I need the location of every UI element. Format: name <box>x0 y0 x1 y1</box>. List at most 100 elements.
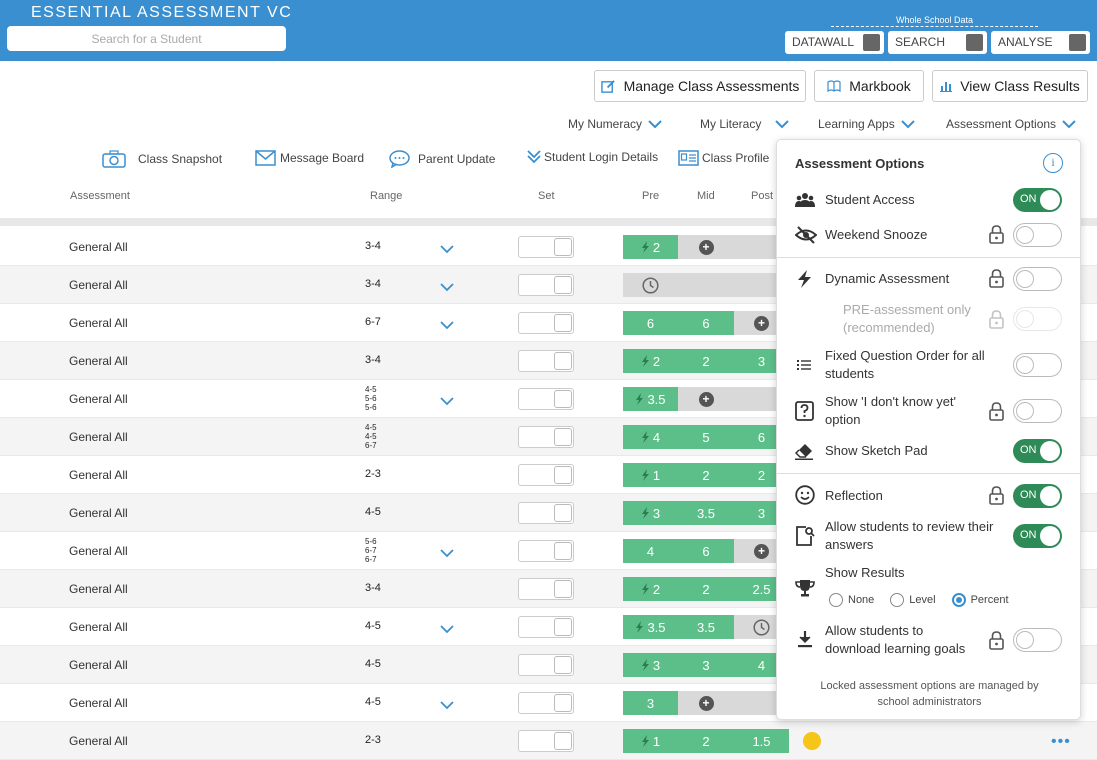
chevron-down-icon <box>648 120 662 128</box>
radio-circle-selected[interactable] <box>951 593 966 607</box>
add-icon[interactable]: + <box>754 315 769 331</box>
assessment-range: 4-5 5-6 5-6 <box>365 385 377 412</box>
set-toggle[interactable] <box>518 578 574 600</box>
expand-chevron-icon[interactable] <box>440 621 454 639</box>
users-icon <box>795 193 815 207</box>
student-access-toggle[interactable]: ON <box>1013 188 1062 212</box>
datawall-button[interactable]: DATAWALL <box>785 31 884 54</box>
assessment-range: 2-3 <box>365 734 381 746</box>
result-pre: 2 <box>623 235 678 259</box>
bolt-icon <box>641 659 649 671</box>
sketch-pad-toggle[interactable]: ON <box>1013 439 1062 463</box>
assessment-range: 3-4 <box>365 240 381 252</box>
status-dot <box>803 732 821 750</box>
col-pre: Pre <box>642 190 660 202</box>
toggle-knob <box>554 390 572 408</box>
radio-percent[interactable]: Percent <box>951 593 1009 607</box>
expand-chevron-icon[interactable] <box>440 545 454 563</box>
question-box-icon <box>795 401 814 421</box>
add-icon[interactable]: + <box>698 239 714 255</box>
expand-chevron-icon[interactable] <box>440 393 454 411</box>
expand-chevron-icon[interactable] <box>440 279 454 297</box>
manage-class-assessments-button[interactable]: Manage Class Assessments <box>594 70 806 102</box>
add-icon[interactable]: + <box>754 543 769 559</box>
idk-toggle[interactable] <box>1013 399 1062 423</box>
set-toggle[interactable] <box>518 274 574 296</box>
result-pre: 1 <box>623 463 678 487</box>
set-toggle[interactable] <box>518 350 574 372</box>
radio-circle[interactable] <box>890 593 905 607</box>
lock-icon <box>989 631 1004 650</box>
result-pre: 2 <box>623 349 678 373</box>
divider <box>777 473 1082 474</box>
search-button[interactable]: SEARCH <box>888 31 987 54</box>
set-toggle[interactable] <box>518 502 574 524</box>
set-toggle[interactable] <box>518 654 574 676</box>
panel-title: Assessment Options <box>795 156 925 171</box>
menu-learning-apps[interactable]: Learning Apps <box>818 117 915 131</box>
analyse-button[interactable]: ANALYSE <box>991 31 1090 54</box>
info-icon[interactable]: i <box>1043 153 1063 173</box>
add-icon[interactable]: + <box>698 695 714 711</box>
view-class-results-button[interactable]: View Class Results <box>932 70 1088 102</box>
dynamic-assessment-toggle[interactable] <box>1013 267 1062 291</box>
result-mid[interactable]: + <box>678 387 734 411</box>
set-toggle[interactable] <box>518 540 574 562</box>
radio-level[interactable]: Level <box>890 593 936 607</box>
envelope-icon <box>255 150 276 166</box>
fixed-order-toggle[interactable] <box>1013 353 1062 377</box>
set-toggle[interactable] <box>518 730 574 752</box>
col-set: Set <box>538 190 555 202</box>
bolt-icon <box>641 583 649 595</box>
download-toggle[interactable] <box>1013 628 1062 652</box>
result-pre: 3.5 <box>623 615 678 639</box>
toggle-knob <box>554 580 572 598</box>
set-toggle[interactable] <box>518 616 574 638</box>
set-toggle[interactable] <box>518 426 574 448</box>
col-post: Post <box>751 190 774 202</box>
toggle-knob <box>554 238 572 256</box>
student-search-input[interactable] <box>7 26 286 51</box>
top-bar: ESSENTIAL ASSESSMENT VC Whole School Dat… <box>0 0 1097 61</box>
class-snapshot-link[interactable]: Class Snapshot <box>102 150 222 168</box>
assessment-options-panel: Assessment Options i Student Access ON W… <box>776 139 1082 720</box>
reflection-toggle[interactable]: ON <box>1013 484 1062 508</box>
show-results-radio-group: None Level Percent <box>829 593 1025 607</box>
menu-my-numeracy[interactable]: My Numeracy <box>568 117 662 131</box>
expand-chevron-icon[interactable] <box>440 241 454 259</box>
result-mid[interactable]: + <box>678 691 734 715</box>
more-options-icon[interactable]: ••• <box>1051 733 1071 751</box>
weekend-snooze-toggle[interactable] <box>1013 223 1062 247</box>
table-row: General All 2-3 1 2 1.5 ••• <box>0 722 1097 760</box>
expand-chevron-icon[interactable] <box>440 317 454 335</box>
radio-none[interactable]: None <box>829 593 874 607</box>
lock-icon <box>989 310 1004 329</box>
radio-circle[interactable] <box>829 593 843 607</box>
book-icon <box>827 80 841 92</box>
set-toggle[interactable] <box>518 464 574 486</box>
idk-label: Show 'I don't know yet' option <box>825 394 957 427</box>
result-mid[interactable]: + <box>678 235 734 259</box>
add-icon[interactable]: + <box>698 391 714 407</box>
menu-my-literacy[interactable]: My Literacy <box>700 117 790 131</box>
review-label: Allow students to review their answers <box>825 519 994 552</box>
message-board-link[interactable]: Message Board <box>255 150 364 166</box>
toggle-knob <box>554 656 572 674</box>
menu-assessment-options[interactable]: Assessment Options <box>946 117 1076 131</box>
parent-update-link[interactable]: Parent Update <box>389 150 495 168</box>
expand-chevron-icon[interactable] <box>440 697 454 715</box>
assessment-name: General All <box>69 506 128 520</box>
id-card-icon <box>678 150 699 166</box>
divider <box>777 257 1082 258</box>
assessment-range: 3-4 <box>365 582 381 594</box>
fixed-order-label: Fixed Question Order for all students <box>825 348 985 381</box>
set-toggle[interactable] <box>518 236 574 258</box>
set-toggle[interactable] <box>518 388 574 410</box>
student-login-details-link[interactable]: Student Login Details <box>527 150 658 164</box>
trophy-icon <box>795 580 815 597</box>
set-toggle[interactable] <box>518 312 574 334</box>
markbook-button[interactable]: Markbook <box>814 70 924 102</box>
review-toggle[interactable]: ON <box>1013 524 1062 548</box>
set-toggle[interactable] <box>518 692 574 714</box>
class-profile-link[interactable]: Class Profile <box>678 150 769 166</box>
